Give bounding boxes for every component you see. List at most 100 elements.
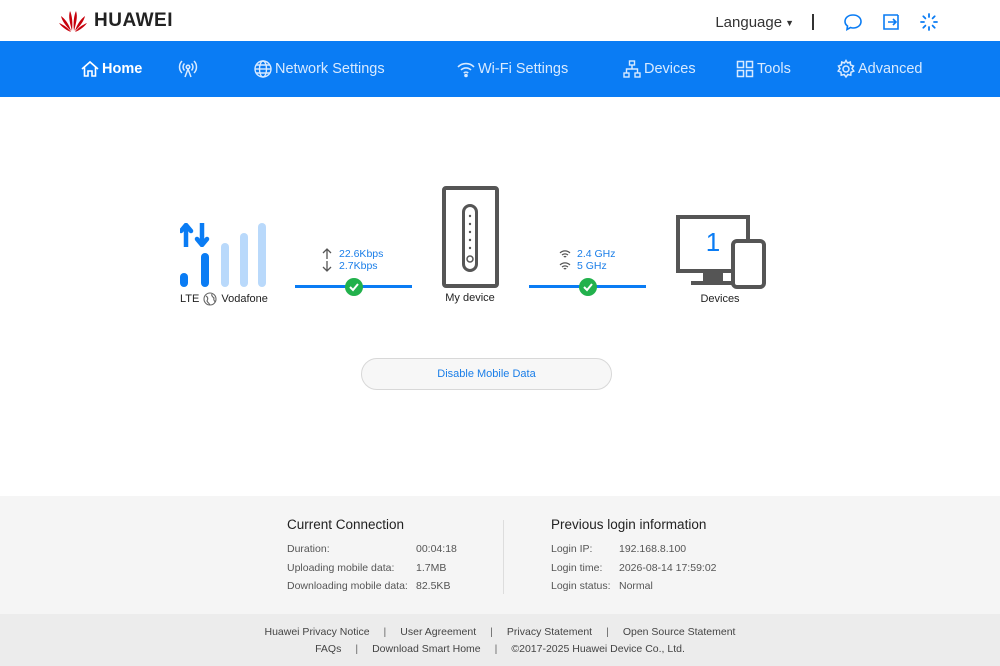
footer-links-row-2: FAQs | Download Smart Home | ©2017-2025 … — [0, 643, 1000, 655]
open-source-statement-link[interactable]: Open Source Statement — [623, 626, 736, 638]
connection-info-panel: Current Connection Duration: 00:04:18 Up… — [0, 496, 1000, 614]
my-device-label: My device — [445, 292, 495, 304]
connected-devices-count: 1 — [705, 227, 721, 257]
signal-bar-4 — [240, 233, 248, 287]
globe-icon — [203, 292, 217, 306]
signal-strength-icon — [180, 223, 270, 287]
language-label: Language — [715, 13, 783, 31]
connected-devices-icon[interactable]: 1 — [676, 215, 766, 291]
footer-separator: | — [606, 626, 609, 638]
tools-icon — [736, 60, 754, 78]
signal-bar-5 — [258, 223, 266, 287]
operator-name: Vodafone — [221, 293, 268, 305]
footer: Huawei Privacy Notice | User Agreement |… — [0, 614, 1000, 666]
network-devices-icon — [623, 60, 641, 78]
nav-advanced-label: Advanced — [858, 61, 923, 77]
message-icon[interactable] — [842, 11, 864, 33]
nav-wifi-settings-label: Wi-Fi Settings — [478, 61, 569, 77]
nav-antenna[interactable] — [178, 41, 200, 97]
info-row: Login IP: 192.168.8.100 — [551, 540, 717, 559]
current-connection-title: Current Connection — [287, 517, 405, 532]
wifi-band-2: 5 GHz — [577, 260, 607, 272]
info-row: Login time: 2026-08-14 17:59:02 — [551, 559, 717, 578]
info-label: Login status: — [551, 580, 611, 593]
nav-home[interactable]: Home — [80, 41, 142, 97]
main-nav: Home Network Settings Wi-Fi Settings Dev… — [0, 41, 1000, 97]
nav-advanced[interactable]: Advanced — [836, 41, 923, 97]
privacy-statement-link[interactable]: Privacy Statement — [507, 626, 592, 638]
info-row: Uploading mobile data: 1.7MB — [287, 559, 457, 578]
privacy-notice-link[interactable]: Huawei Privacy Notice — [265, 626, 370, 638]
footer-separator: | — [494, 643, 498, 655]
footer-separator: | — [490, 626, 493, 638]
check-icon — [579, 278, 597, 296]
header: HUAWEI Language ▼ — [0, 0, 1000, 41]
logout-icon[interactable] — [880, 11, 902, 33]
arrow-up-icon — [322, 248, 332, 259]
info-label: Login time: — [551, 561, 603, 574]
info-label: Duration: — [287, 543, 330, 556]
info-row: Duration: 00:04:18 — [287, 540, 457, 559]
info-row: Downloading mobile data: 82.5KB — [287, 577, 457, 596]
info-row: Login status: Normal — [551, 577, 717, 596]
upload-rate: 22.6Kbps — [339, 248, 384, 260]
info-value: Normal — [619, 580, 653, 593]
nav-network-settings-label: Network Settings — [275, 61, 385, 77]
wifi-band-1: 2.4 GHz — [577, 248, 616, 260]
language-selector[interactable]: Language ▼ — [715, 14, 794, 31]
nav-devices[interactable]: Devices — [622, 41, 696, 97]
nav-devices-label: Devices — [644, 61, 696, 77]
previous-login-title: Previous login information — [551, 517, 707, 532]
signal-bar-2 — [201, 253, 209, 287]
wifi-bands: 2.4 GHz 5 GHz — [559, 248, 616, 272]
globe-icon — [254, 60, 272, 78]
info-label: Downloading mobile data: — [287, 580, 408, 593]
disable-mobile-data-button[interactable]: Disable Mobile Data — [361, 358, 612, 390]
download-smart-home-link[interactable]: Download Smart Home — [372, 643, 481, 655]
info-divider — [503, 520, 504, 594]
wifi-icon — [559, 250, 571, 258]
antenna-icon — [178, 60, 198, 78]
faqs-link[interactable]: FAQs — [315, 643, 341, 655]
signal-bar-1 — [180, 273, 188, 287]
gear-icon — [837, 59, 855, 79]
info-label: Login IP: — [551, 543, 593, 556]
nav-network-settings[interactable]: Network Settings — [253, 41, 385, 97]
info-value: 82.5KB — [416, 580, 451, 593]
info-value: 2026-08-14 17:59:02 — [619, 561, 717, 574]
current-connection-section: Current Connection Duration: 00:04:18 Up… — [287, 517, 457, 596]
router-device-icon[interactable] — [442, 186, 499, 288]
huawei-flower-icon — [59, 11, 87, 32]
signal-bar-3 — [221, 243, 229, 287]
info-value: 1.7MB — [416, 561, 447, 574]
network-info: LTE Vodafone — [180, 292, 268, 306]
nav-tools[interactable]: Tools — [735, 41, 791, 97]
arrow-down-icon — [322, 261, 332, 272]
info-value: 192.168.8.100 — [619, 543, 687, 556]
previous-login-section: Previous login information Login IP: 192… — [551, 517, 717, 596]
download-rate: 2.7Kbps — [339, 260, 378, 272]
copyright-text: ©2017-2025 Huawei Device Co., Ltd. — [511, 643, 685, 655]
wifi-icon — [457, 62, 475, 78]
nav-wifi-settings[interactable]: Wi-Fi Settings — [456, 41, 568, 97]
footer-separator: | — [355, 643, 359, 655]
check-icon — [345, 278, 363, 296]
status-diagram: LTE Vodafone 22.6Kbps 2.7Kbps My device — [0, 97, 1000, 496]
nav-tools-label: Tools — [757, 61, 791, 77]
info-value: 00:04:18 — [416, 543, 457, 556]
info-label: Uploading mobile data: — [287, 561, 395, 574]
caret-down-icon: ▼ — [785, 18, 794, 28]
network-type: LTE — [180, 293, 200, 305]
devices-label: Devices — [700, 293, 740, 305]
brand-name: HUAWEI — [94, 10, 173, 31]
huawei-logo[interactable]: HUAWEI — [58, 9, 173, 33]
footer-links-row-1: Huawei Privacy Notice | User Agreement |… — [0, 626, 1000, 638]
footer-separator: | — [383, 626, 387, 638]
loading-spinner-icon[interactable] — [918, 11, 940, 33]
user-agreement-link[interactable]: User Agreement — [400, 626, 476, 638]
traffic-rates: 22.6Kbps 2.7Kbps — [321, 248, 383, 272]
wifi-icon — [559, 262, 571, 270]
nav-home-label: Home — [102, 61, 143, 77]
home-icon — [81, 60, 99, 77]
header-divider — [812, 14, 814, 30]
